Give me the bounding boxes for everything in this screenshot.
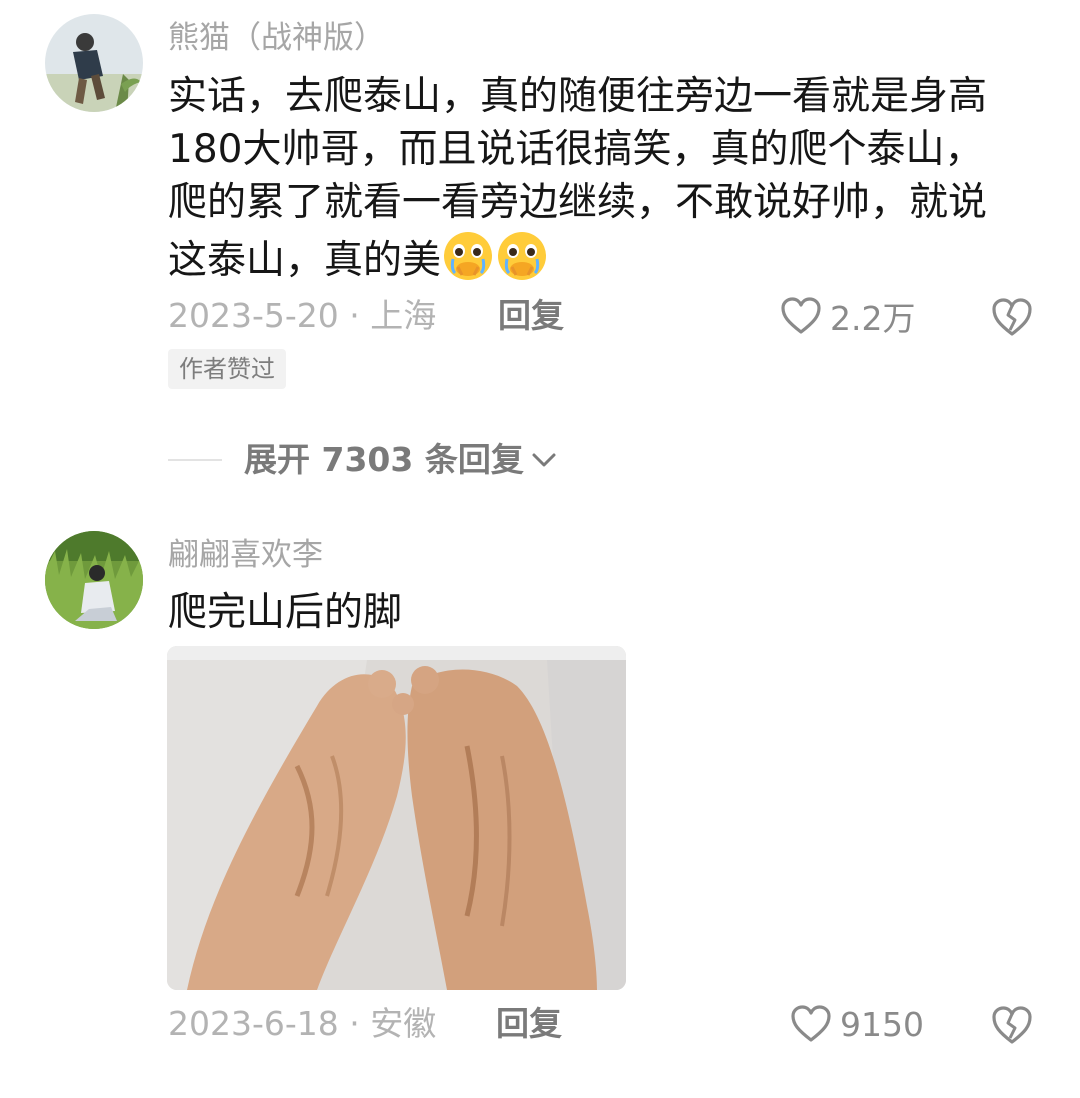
expand-replies-button[interactable]: 展开 7303 条回复 (244, 440, 558, 480)
reply-button[interactable]: 回复 (498, 296, 564, 336)
avatar-photo (45, 14, 143, 112)
chevron-down-icon (532, 453, 556, 467)
dislike-button[interactable] (990, 1004, 1034, 1046)
comment-list: 熊猫（战神版） 实话，去爬泰山，真的随便往旁边一看就是身高180大帅哥，而且说话… (0, 0, 1080, 1098)
avatar[interactable] (45, 14, 143, 112)
avatar[interactable] (45, 531, 143, 629)
like-count: 9150 (840, 1004, 924, 1044)
comment-date-location: 2023-5-20 · 上海 (168, 296, 437, 335)
comment-body: 实话，去爬泰山，真的随便往旁边一看就是身高180大帅哥，而且说话很搞笑，真的爬个… (168, 74, 988, 283)
comment-text: 实话，去爬泰山，真的随便往旁边一看就是身高180大帅哥，而且说话很搞笑，真的爬个… (168, 70, 1018, 287)
author-liked-badge: 作者赞过 (168, 349, 286, 389)
expand-replies-label: 展开 7303 条回复 (244, 440, 524, 479)
avatar-photo (45, 531, 143, 629)
divider (168, 459, 222, 461)
broken-heart-icon (992, 1006, 1032, 1044)
crying-face-emoji (441, 229, 495, 283)
heart-outline-icon (781, 297, 821, 334)
dislike-button[interactable] (990, 296, 1034, 338)
feet-photo (167, 646, 626, 990)
broken-heart-icon (992, 298, 1032, 336)
comment-photo-feet[interactable] (167, 646, 626, 990)
like-button[interactable]: 2.2万 (780, 294, 915, 338)
comment-text: 爬完山后的脚 (168, 590, 403, 635)
comment-date-location: 2023-6-18 · 安徽 (168, 1004, 437, 1043)
heart-outline-icon (791, 1005, 831, 1042)
crying-face-emoji (495, 229, 549, 283)
username[interactable]: 熊猫（战神版） (168, 18, 385, 58)
reply-button[interactable]: 回复 (496, 1004, 562, 1044)
username[interactable]: 翩翩喜欢李 (168, 535, 323, 575)
like-button[interactable]: 9150 (790, 1002, 924, 1046)
like-count: 2.2万 (830, 299, 916, 338)
